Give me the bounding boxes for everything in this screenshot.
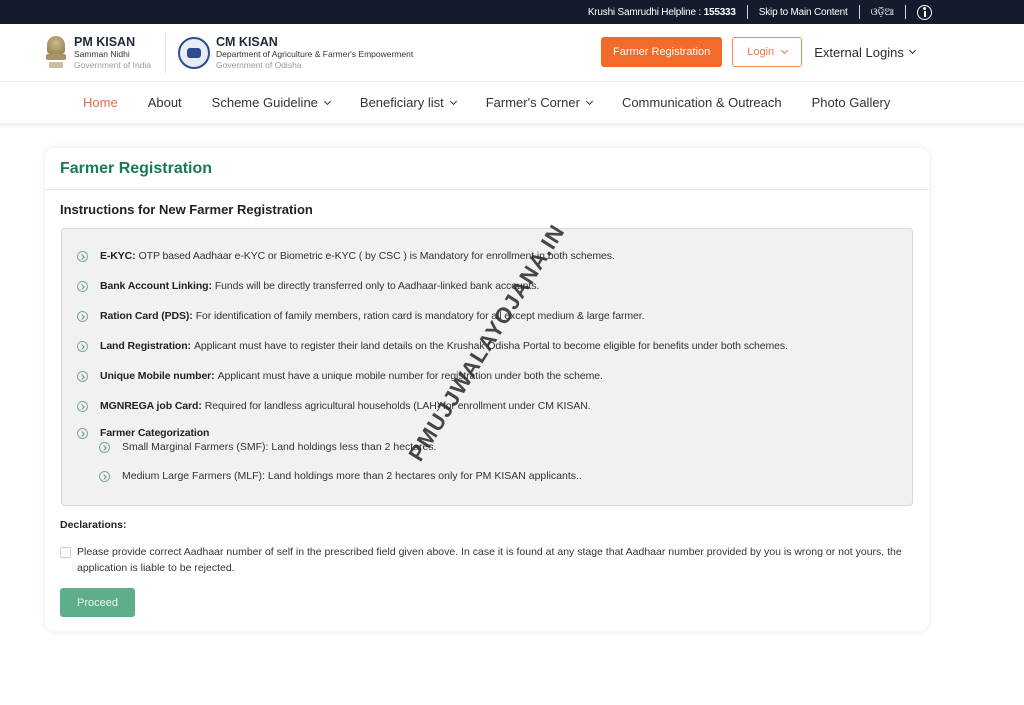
instruction-item: Land Registration: Applicant must have to…	[77, 331, 912, 361]
arrow-circle-icon	[77, 250, 88, 262]
login-label: Login	[747, 46, 775, 58]
odisha-seal-icon	[178, 36, 211, 69]
pm-kisan-subtitle: Samman Nidhi	[74, 48, 130, 59]
top-utility-bar: Krushi Samrudhi Helpline : 155333 Skip t…	[0, 0, 1024, 24]
category-item: Small Marginal Farmers (SMF): Land holdi…	[99, 441, 912, 453]
arrow-circle-icon	[77, 340, 88, 352]
site-header: PM KISAN Samman Nidhi Government of Indi…	[0, 24, 1024, 82]
nav-about[interactable]: About	[148, 95, 182, 110]
arrow-circle-icon	[99, 470, 110, 482]
instruction-item: Bank Account Linking: Funds will be direc…	[77, 271, 912, 301]
farmer-registration-button[interactable]: Farmer Registration	[601, 37, 723, 67]
pm-kisan-logo[interactable]: PM KISAN Samman Nidhi Government of Indi…	[44, 34, 151, 72]
pm-kisan-gov: Government of India	[74, 59, 152, 70]
arrow-circle-icon	[77, 280, 88, 292]
login-dropdown[interactable]: Login	[732, 37, 803, 67]
instruction-item: Unique Mobile number: Applicant must have…	[77, 361, 912, 391]
helpline-text: Krushi Samrudhi Helpline : 155333	[587, 6, 736, 18]
nav-scheme-guideline[interactable]: Scheme Guideline	[212, 95, 331, 110]
divider	[905, 5, 906, 19]
declarations-label: Declarations:	[60, 519, 127, 531]
declaration-checkbox[interactable]	[60, 547, 71, 558]
skip-to-main-link[interactable]: Skip to Main Content	[759, 7, 848, 18]
arrow-circle-icon	[77, 400, 88, 412]
logo-divider	[165, 32, 167, 73]
category-item: Medium Large Farmers (MLF): Land holding…	[99, 470, 912, 482]
declaration-row[interactable]: Please provide correct Aadhaar number of…	[60, 544, 913, 576]
cm-kisan-subtitle: Department of Agriculture & Farmer's Emp…	[216, 48, 414, 59]
divider	[746, 5, 748, 19]
nav-beneficiary-list[interactable]: Beneficiary list	[360, 95, 457, 110]
instruction-item: Ration Card (PDS): For identification of …	[77, 301, 912, 331]
farmer-registration-card: Farmer Registration Instructions for New…	[45, 148, 929, 631]
instruction-item: E-KYC: OTP based Aadhaar e-KYC or Biometr…	[77, 241, 912, 271]
language-toggle[interactable]: ଓଡ଼ିଆ	[871, 7, 895, 18]
proceed-button[interactable]: Proceed	[60, 588, 135, 617]
cm-kisan-logo[interactable]: CM KISAN Department of Agriculture & Far…	[178, 35, 413, 71]
nav-farmers-corner[interactable]: Farmer's Corner	[486, 95, 593, 110]
card-header: Farmer Registration	[45, 148, 929, 190]
national-emblem-icon	[44, 34, 68, 72]
arrow-circle-icon	[77, 370, 88, 382]
instructions-box: E-KYC: OTP based Aadhaar e-KYC or Biometr…	[61, 228, 913, 506]
chevron-down-icon	[585, 97, 593, 105]
external-logins-label: External Logins	[814, 44, 904, 60]
chevron-down-icon	[323, 97, 331, 105]
cm-kisan-title: CM KISAN	[216, 34, 278, 49]
divider	[858, 5, 860, 19]
chevron-down-icon	[449, 97, 457, 105]
external-logins-dropdown[interactable]: External Logins	[814, 44, 916, 60]
chevron-down-icon	[908, 46, 916, 55]
pm-kisan-title: PM KISAN	[74, 34, 136, 49]
arrow-circle-icon	[77, 310, 88, 322]
page-title: Farmer Registration	[60, 159, 213, 177]
instructions-heading: Instructions for New Farmer Registration	[60, 202, 313, 217]
instruction-item: MGNREGA job Card: Required for landless a…	[77, 391, 912, 421]
nav-home[interactable]: Home	[83, 95, 118, 110]
instruction-item: Farmer Categorization	[77, 427, 912, 439]
nav-photo-gallery[interactable]: Photo Gallery	[812, 95, 891, 110]
accessibility-icon[interactable]	[917, 4, 932, 20]
cm-kisan-gov: Government of Odisha	[216, 59, 302, 70]
arrow-circle-icon	[99, 441, 110, 453]
arrow-circle-icon	[77, 427, 88, 439]
chevron-down-icon	[781, 46, 789, 55]
declaration-text: Please provide correct Aadhaar number of…	[77, 546, 902, 574]
farmer-categorization: Farmer Categorization Small Marginal Far…	[77, 421, 912, 482]
nav-communication-outreach[interactable]: Communication & Outreach	[622, 95, 782, 110]
main-nav: Home About Scheme Guideline Beneficiary …	[0, 82, 1024, 124]
